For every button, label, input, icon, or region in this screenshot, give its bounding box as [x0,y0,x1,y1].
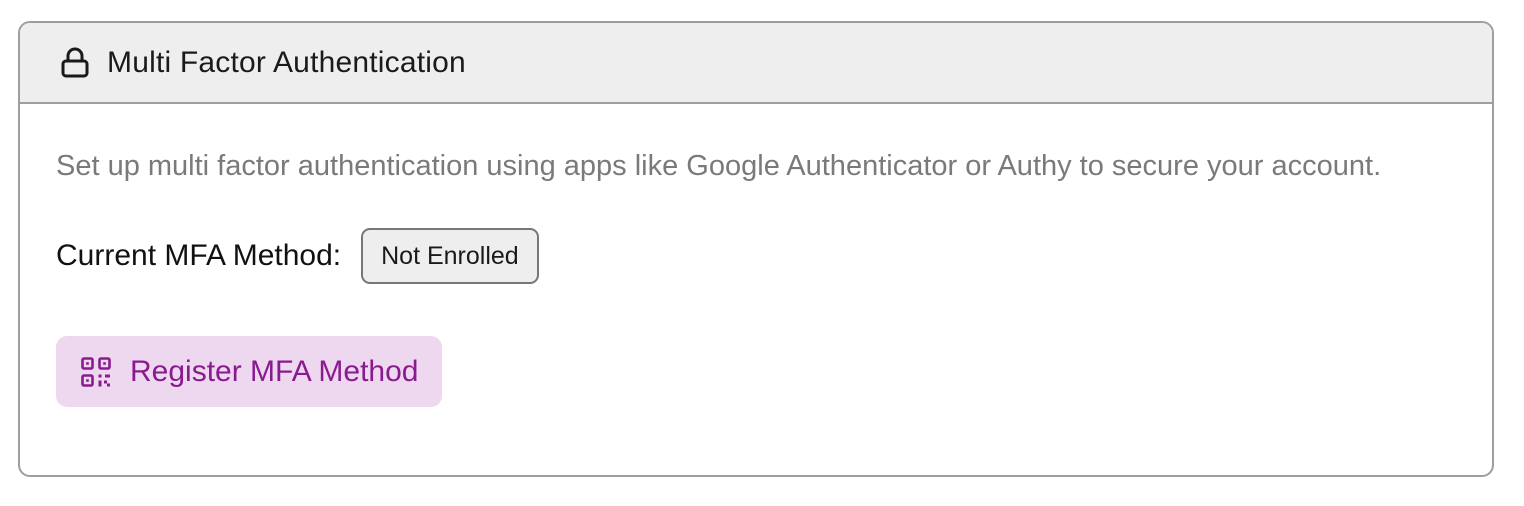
register-mfa-button[interactable]: Register MFA Method [56,336,443,407]
current-method-row: Current MFA Method: Not Enrolled [56,228,1456,284]
card-title: Multi Factor Authentication [107,45,466,79]
qr-code-icon [80,356,112,388]
register-button-label: Register MFA Method [130,354,419,388]
lock-icon [58,46,92,80]
status-badge: Not Enrolled [361,228,539,284]
card-header: Multi Factor Authentication [20,23,1492,104]
mfa-card: Multi Factor Authentication Set up multi… [18,21,1494,477]
mfa-description: Set up multi factor authentication using… [56,150,1382,182]
current-method-label: Current MFA Method: [56,239,342,272]
card-body: Set up multi factor authentication using… [20,104,1492,407]
